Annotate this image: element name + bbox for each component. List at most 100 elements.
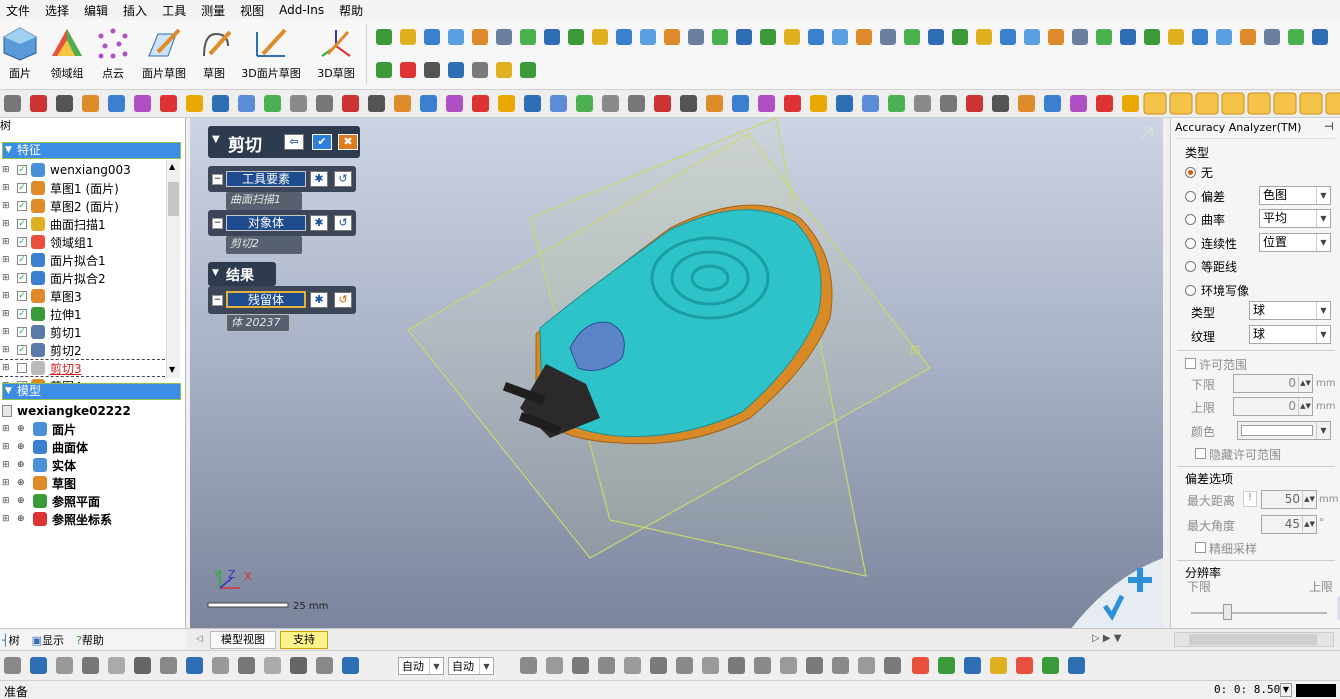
sketch-button[interactable]: 草图 [198, 26, 232, 81]
visibility-checkbox[interactable]: ✓ [17, 165, 27, 175]
right-panel-hscroll[interactable] [1174, 632, 1334, 647]
toolbar-tool-icon[interactable] [264, 657, 281, 674]
toolbar-tool-icon[interactable] [598, 657, 615, 674]
tool-clear-button[interactable]: ✱ [310, 171, 328, 187]
toolbar-tool-icon[interactable] [976, 29, 992, 45]
model-root[interactable]: wexiangke02222 [2, 402, 131, 420]
target-reset-button[interactable]: ↺ [334, 215, 352, 231]
feature-tree-item[interactable]: ⊞ ✓ 草图3 [0, 287, 82, 305]
expand-icon[interactable]: ⊞ [2, 291, 11, 301]
visibility-icon[interactable]: ⊕ [17, 478, 29, 488]
feature-tree-item[interactable]: ⊞ ✓ 剪切2 [0, 341, 82, 359]
toolbar-tool-icon[interactable] [212, 95, 229, 112]
toolbar-tool-icon[interactable] [368, 95, 385, 112]
toolbar-tool-icon[interactable] [576, 95, 593, 112]
toolbar-tool-icon[interactable] [572, 657, 589, 674]
toolbar-tool-icon[interactable] [498, 95, 515, 112]
mesh-button[interactable]: 面片 [2, 26, 38, 81]
toolbar-tool-icon[interactable] [856, 29, 872, 45]
feature-tree-item[interactable]: ⊞ ✓ 剪切1 [0, 323, 82, 341]
toolbar-tool-icon[interactable] [810, 95, 827, 112]
toolbar-tool-icon[interactable] [1068, 657, 1085, 674]
expand-icon[interactable]: ⊞ [2, 424, 11, 434]
menu-edit[interactable]: 编辑 [84, 2, 108, 19]
type-radio[interactable] [1185, 237, 1196, 249]
toolbar-tool-icon[interactable] [966, 95, 983, 112]
model-tree-item[interactable]: ⊞ ⊕ 参照平面 [0, 492, 100, 510]
view-mode-icon[interactable] [1247, 92, 1271, 115]
visibility-checkbox[interactable]: ✓ [17, 327, 27, 337]
ribbon-tool-icons[interactable] [372, 26, 1340, 84]
visibility-checkbox[interactable]: ✓ [17, 255, 27, 265]
toolbar-tool-icon[interactable] [964, 657, 981, 674]
toolbar-tool-icon[interactable] [728, 657, 745, 674]
toolbar-tool-icon[interactable] [1120, 29, 1136, 45]
view-mode-icon[interactable] [1325, 92, 1340, 115]
expand-icon[interactable]: ⊞ [2, 442, 11, 452]
tool-element-value[interactable]: 曲面扫描1 [226, 192, 302, 210]
toolbar-tool-icon[interactable] [520, 657, 537, 674]
toolbar-tool-icon[interactable] [912, 657, 929, 674]
toolbar-tool-icon[interactable] [1144, 29, 1160, 45]
toolbar-tool-icon[interactable] [806, 657, 823, 674]
toolbar-tool-icon[interactable] [940, 95, 957, 112]
toolbar-tool-icon[interactable] [424, 62, 440, 78]
texture-select[interactable]: 球 ▼ [1249, 325, 1331, 344]
expand-icon[interactable]: ⊞ [2, 273, 11, 283]
expand-icon[interactable]: ⊞ [2, 327, 11, 337]
toolbar-tool-icon[interactable] [520, 29, 536, 45]
toolbar-tool-icon[interactable] [1122, 95, 1139, 112]
toolbar-tool-icon[interactable] [1216, 29, 1232, 45]
toolbar-tool-icon[interactable] [1024, 29, 1040, 45]
feature-tree-item[interactable]: ⊞ ✓ 领域组1 [0, 233, 94, 251]
toolbar-tool-icon[interactable] [394, 95, 411, 112]
target-body-value[interactable]: 剪切2 [226, 236, 302, 254]
toolbar-tool-icon[interactable] [688, 29, 704, 45]
toolbar-tool-icon[interactable] [664, 29, 680, 45]
tab-help[interactable]: ?帮助 [76, 632, 104, 648]
feature-tree-header[interactable]: ▼ 特征 [2, 142, 181, 159]
visibility-icon[interactable]: ⊕ [17, 514, 29, 524]
model-tree-item[interactable]: ⊞ ⊕ 面片 [0, 420, 76, 438]
type-radio[interactable] [1185, 284, 1196, 296]
toolbar-tool-icon[interactable] [1312, 29, 1328, 45]
toolbar-tool-icon[interactable] [1264, 29, 1280, 45]
remain-body-field[interactable]: 残留体 [226, 291, 306, 308]
toolbar-tool-icon[interactable] [134, 95, 151, 112]
toolbar-tool-icon[interactable] [212, 657, 229, 674]
view-mode-icon[interactable] [1169, 92, 1193, 115]
toolbar-tool-icon[interactable] [992, 95, 1009, 112]
view-mode-icon[interactable] [1273, 92, 1297, 115]
toolbar-tool-icon[interactable] [400, 29, 416, 45]
toolbar-tool-icon[interactable] [832, 657, 849, 674]
feature-tree-item[interactable]: ⊞ ✓ 曲面扫描1 [0, 215, 106, 233]
remain-clear-button[interactable]: ✱ [310, 292, 328, 308]
color-select[interactable]: ▼ [1237, 421, 1331, 440]
toolbar-tool-icon[interactable] [616, 29, 632, 45]
expand-icon[interactable]: ⊞ [2, 460, 11, 470]
toolbar-tool-icon[interactable] [316, 657, 333, 674]
tab-tree[interactable]: ┤树 [2, 632, 20, 648]
toolbar-tool-icon[interactable] [1096, 29, 1112, 45]
toolbar-tool-icon[interactable] [186, 657, 203, 674]
visibility-checkbox[interactable]: ✓ [17, 309, 27, 319]
toolbar-tool-icon[interactable] [1072, 29, 1088, 45]
target-clear-button[interactable]: ✱ [310, 215, 328, 231]
model-tree-item[interactable]: ⊞ ⊕ 参照坐标系 [0, 510, 112, 528]
collapse-arrow-icon[interactable]: ▼ [212, 268, 219, 278]
toolbar-tool-icon[interactable] [736, 29, 752, 45]
model-tree-header[interactable]: ▼ 模型 [2, 383, 181, 400]
tool-reset-button[interactable]: ↺ [334, 171, 352, 187]
scroll-up-icon[interactable]: ▲ [169, 162, 175, 171]
mesh-sketch-button[interactable]: 面片草图 [140, 26, 188, 81]
collapse-arrow-icon[interactable]: ▼ [212, 134, 220, 145]
expand-icon[interactable] [1141, 127, 1153, 139]
cancel-button[interactable]: ✖ [338, 134, 358, 150]
menu-view[interactable]: 视图 [240, 2, 264, 19]
toolbar-tool-icon[interactable] [654, 95, 671, 112]
model-tree-item[interactable]: ⊞ ⊕ 实体 [0, 456, 76, 474]
toolbar-tool-icon[interactable] [938, 657, 955, 674]
hide-tolerance-checkbox[interactable] [1195, 448, 1206, 459]
auto-select-1[interactable]: 自动 ▼ [398, 657, 444, 675]
toolbar-tool-icon[interactable] [496, 29, 512, 45]
